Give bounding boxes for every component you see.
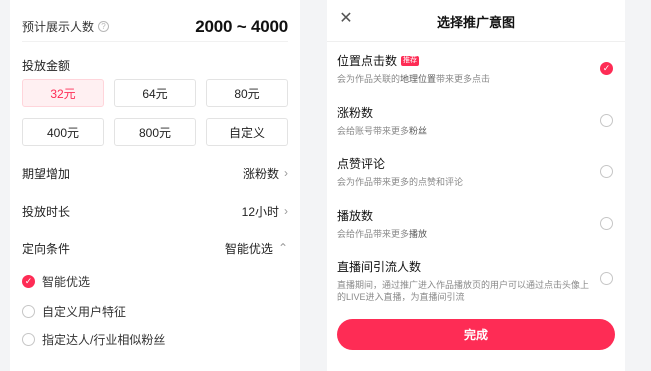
desc-text: 会给作品带来更多 [337,229,410,239]
amount-chip[interactable]: 800元 [114,118,196,146]
intent-title: 位置点击数 [337,54,398,68]
radio-icon[interactable] [600,165,613,178]
duration-value: 12小时 [241,204,279,219]
check-icon: ✓ [22,274,35,288]
amount-chip[interactable]: 32元 [22,79,104,107]
radio-icon [22,332,35,346]
desc-highlight: 地理位置 [400,74,437,84]
expect-row[interactable]: 期望增加 涨粉数 › [22,163,288,183]
recommend-badge: 推荐 [401,55,420,66]
desc-highlight: 粉丝 [409,126,428,136]
custom-amount-chip[interactable]: 自定义 [206,118,288,146]
intent-desc: 会给作品带来更多播放 [337,228,613,240]
expect-label: 期望增加 [22,166,71,181]
sheet-title: 选择推广意图 [436,15,515,30]
intent-option[interactable]: 点赞评论 会为作品带来更多的点赞和评论 [337,155,613,195]
estimate-row: 预计展示人数 ? 2000 ~ 4000 [22,12,288,42]
chevron-up-icon: ⌃ [277,241,288,255]
amount-chip[interactable]: 400元 [22,118,104,146]
estimate-label: 预计展示人数 [22,20,95,34]
desc-text: 直播期间，通过推广进入作品播放页的用户可以通过点击头像上的LIVE进入直播，为直… [337,280,590,302]
help-icon[interactable]: ? [98,21,110,32]
promotion-settings-panel: 预计展示人数 ? 2000 ~ 4000 投放金额 32元 64元 80元 40… [10,0,300,371]
intent-desc: 会为作品关联的地理位置带来更多点击 [337,73,613,85]
amount-chip[interactable]: 64元 [114,79,196,107]
option-label: 智能优选 [42,274,91,289]
intent-desc: 直播期间，通过推广进入作品播放页的用户可以通过点击头像上的LIVE进入直播，为直… [337,279,613,303]
intent-sheet: ✕ 选择推广意图 位置点击数 推荐 会为作品关联的地理位置带来更多点击 ✓ 涨粉… [327,0,625,371]
estimate-value: 2000 ~ 4000 [195,16,288,36]
intent-title: 点赞评论 [337,157,386,171]
chevron-right-icon: › [284,204,288,218]
option-label: 指定达人/行业相似粉丝 [42,332,166,347]
desc-text: 会为作品带来更多的点赞和评论 [337,177,464,187]
expect-value-group: 涨粉数 › [243,165,288,182]
intent-desc: 会给账号带来更多粉丝 [337,125,613,137]
intent-title: 涨粉数 [337,106,374,120]
intent-option[interactable]: 位置点击数 推荐 会为作品关联的地理位置带来更多点击 ✓ [337,52,613,92]
intent-option[interactable]: 播放数 会给作品带来更多播放 [337,207,613,247]
radio-icon [22,304,35,318]
expect-value: 涨粉数 [242,166,279,181]
sheet-header: ✕ 选择推广意图 [327,0,625,42]
intent-title: 播放数 [337,209,374,223]
radio-icon[interactable] [600,272,613,285]
intent-option[interactable]: 涨粉数 会给账号带来更多粉丝 [337,104,613,144]
targeting-label: 定向条件 [22,241,71,256]
option-label: 自定义用户特征 [42,304,127,319]
amount-title: 投放金额 [22,59,71,73]
intent-title: 直播间引流人数 [337,260,422,274]
radio-icon[interactable] [600,114,613,127]
desc-text: 会为作品关联的 [337,74,401,84]
intent-title-group: 涨粉数 [337,104,613,121]
targeting-value: 智能优选 [224,241,273,256]
desc-highlight: 播放 [409,229,428,239]
targeting-option[interactable]: 自定义用户特征 [22,302,126,320]
amount-chip[interactable]: 80元 [206,79,288,107]
duration-value-group: 12小时 › [242,203,288,220]
targeting-row[interactable]: 定向条件 智能优选 ⌃ [22,238,288,258]
intent-option[interactable]: 直播间引流人数 直播期间，通过推广进入作品播放页的用户可以通过点击头像上的LIV… [337,258,613,306]
targeting-value-group: 智能优选 ⌃ [225,240,288,257]
intent-title-group: 点赞评论 [337,155,613,172]
check-icon[interactable]: ✓ [600,62,613,75]
intent-title-group: 播放数 [337,207,613,224]
intent-desc: 会为作品带来更多的点赞和评论 [337,176,613,188]
estimate-label-group: 预计展示人数 ? [22,18,110,35]
radio-icon[interactable] [600,217,613,230]
intent-title-group: 直播间引流人数 [337,258,613,275]
desc-text: 会给账号带来更多 [337,126,410,136]
desc-text: 带来更多点击 [436,74,491,84]
targeting-option[interactable]: ✓ 智能优选 [22,272,90,290]
amount-grid: 32元 64元 80元 400元 800元 自定义 [22,79,288,146]
duration-label: 投放时长 [22,204,71,219]
intent-title-group: 位置点击数 推荐 [337,52,613,69]
page: 预计展示人数 ? 2000 ~ 4000 投放金额 32元 64元 80元 40… [0,0,651,371]
chevron-right-icon: › [284,166,288,180]
done-button[interactable]: 完成 [337,319,615,350]
duration-row[interactable]: 投放时长 12小时 › [22,201,288,221]
targeting-option[interactable]: 指定达人/行业相似粉丝 [22,330,165,348]
